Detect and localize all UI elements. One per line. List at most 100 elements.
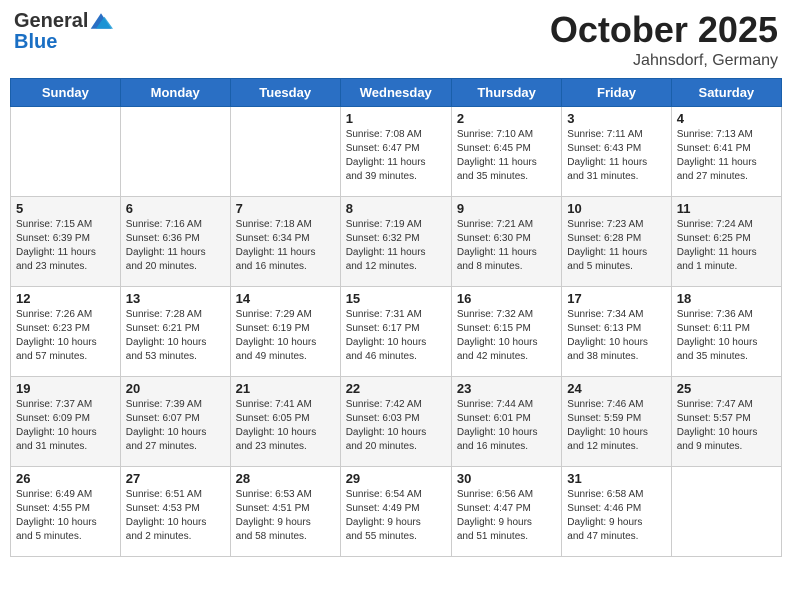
day-info: Sunrise: 7:42 AM Sunset: 6:03 PM Dayligh… [346,398,446,454]
calendar-cell [120,106,230,196]
day-number: 15 [346,291,446,306]
calendar-cell: 31 Sunrise: 6:58 AM Sunset: 4:46 PM Dayli… [562,466,671,556]
day-info: Sunrise: 7:31 AM Sunset: 6:17 PM Dayligh… [346,308,446,364]
calendar-cell: 17 Sunrise: 7:34 AM Sunset: 6:13 PM Dayli… [562,286,671,376]
day-info: Sunrise: 7:46 AM Sunset: 5:59 PM Dayligh… [567,398,665,454]
month-title: October 2025 [550,10,778,50]
calendar-cell: 15 Sunrise: 7:31 AM Sunset: 6:17 PM Dayli… [340,286,451,376]
day-number: 5 [16,201,115,216]
day-info: Sunrise: 7:41 AM Sunset: 6:05 PM Dayligh… [236,398,335,454]
day-number: 4 [677,111,776,126]
calendar-day-header: Monday [120,78,230,106]
day-number: 31 [567,471,665,486]
calendar-day-header: Thursday [451,78,561,106]
calendar-header-row: SundayMondayTuesdayWednesdayThursdayFrid… [11,78,782,106]
day-info: Sunrise: 7:34 AM Sunset: 6:13 PM Dayligh… [567,308,665,364]
calendar-day-header: Saturday [671,78,781,106]
day-number: 25 [677,381,776,396]
calendar-cell: 6 Sunrise: 7:16 AM Sunset: 6:36 PM Daylig… [120,196,230,286]
day-info: Sunrise: 7:18 AM Sunset: 6:34 PM Dayligh… [236,218,335,274]
calendar-cell: 30Sunrise: 6:56 AM Sunset: 4:47 PM Dayli… [451,466,561,556]
day-info: Sunrise: 7:10 AM Sunset: 6:45 PM Dayligh… [457,128,556,184]
day-number: 20 [126,381,225,396]
day-number: 18 [677,291,776,306]
day-info: Sunrise: 6:51 AM Sunset: 4:53 PM Dayligh… [126,488,225,544]
day-number: 30 [457,471,556,486]
day-info: Sunrise: 7:44 AM Sunset: 6:01 PM Dayligh… [457,398,556,454]
day-number: 23 [457,381,556,396]
day-info: Sunrise: 7:28 AM Sunset: 6:21 PM Dayligh… [126,308,225,364]
calendar-cell: 24 Sunrise: 7:46 AM Sunset: 5:59 PM Dayli… [562,376,671,466]
day-info: Sunrise: 7:36 AM Sunset: 6:11 PM Dayligh… [677,308,776,364]
day-info: Sunrise: 6:58 AM Sunset: 4:46 PM Dayligh… [567,488,665,544]
calendar-cell: 13 Sunrise: 7:28 AM Sunset: 6:21 PM Dayli… [120,286,230,376]
day-info: Sunrise: 7:11 AM Sunset: 6:43 PM Dayligh… [567,128,665,184]
day-number: 2 [457,111,556,126]
calendar-day-header: Sunday [11,78,121,106]
calendar-cell: 3Sunrise: 7:11 AM Sunset: 6:43 PM Daylig… [562,106,671,196]
day-info: Sunrise: 7:16 AM Sunset: 6:36 PM Dayligh… [126,218,225,274]
day-info: Sunrise: 7:21 AM Sunset: 6:30 PM Dayligh… [457,218,556,274]
day-info: Sunrise: 7:08 AM Sunset: 6:47 PM Dayligh… [346,128,446,184]
calendar-cell: 14Sunrise: 7:29 AM Sunset: 6:19 PM Dayli… [230,286,340,376]
day-info: Sunrise: 7:47 AM Sunset: 5:57 PM Dayligh… [677,398,776,454]
calendar-cell [671,466,781,556]
day-info: Sunrise: 6:49 AM Sunset: 4:55 PM Dayligh… [16,488,115,544]
day-number: 27 [126,471,225,486]
day-info: Sunrise: 7:19 AM Sunset: 6:32 PM Dayligh… [346,218,446,274]
calendar-cell: 25 Sunrise: 7:47 AM Sunset: 5:57 PM Dayli… [671,376,781,466]
calendar-cell: 5 Sunrise: 7:15 AM Sunset: 6:39 PM Daylig… [11,196,121,286]
calendar-cell: 12Sunrise: 7:26 AM Sunset: 6:23 PM Dayli… [11,286,121,376]
calendar-cell: 22 Sunrise: 7:42 AM Sunset: 6:03 PM Dayli… [340,376,451,466]
calendar-week-row: 5 Sunrise: 7:15 AM Sunset: 6:39 PM Daylig… [11,196,782,286]
day-number: 21 [236,381,335,396]
day-number: 14 [236,291,335,306]
calendar-cell: 27 Sunrise: 6:51 AM Sunset: 4:53 PM Dayli… [120,466,230,556]
day-number: 24 [567,381,665,396]
calendar-week-row: 1 Sunrise: 7:08 AM Sunset: 6:47 PM Daylig… [11,106,782,196]
day-number: 26 [16,471,115,486]
calendar-cell: 21 Sunrise: 7:41 AM Sunset: 6:05 PM Dayli… [230,376,340,466]
calendar-cell: 26 Sunrise: 6:49 AM Sunset: 4:55 PM Dayli… [11,466,121,556]
day-number: 13 [126,291,225,306]
calendar-cell: 23 Sunrise: 7:44 AM Sunset: 6:01 PM Dayli… [451,376,561,466]
calendar-cell: 19 Sunrise: 7:37 AM Sunset: 6:09 PM Dayli… [11,376,121,466]
day-number: 1 [346,111,446,126]
day-number: 7 [236,201,335,216]
calendar-cell: 29Sunrise: 6:54 AM Sunset: 4:49 PM Dayli… [340,466,451,556]
calendar-week-row: 26 Sunrise: 6:49 AM Sunset: 4:55 PM Dayli… [11,466,782,556]
logo-blue: Blue [14,32,113,52]
logo: General Blue [14,10,113,52]
day-number: 17 [567,291,665,306]
calendar-cell [230,106,340,196]
day-info: Sunrise: 6:53 AM Sunset: 4:51 PM Dayligh… [236,488,335,544]
calendar-cell: 4 Sunrise: 7:13 AM Sunset: 6:41 PM Daylig… [671,106,781,196]
calendar-cell: 2 Sunrise: 7:10 AM Sunset: 6:45 PM Daylig… [451,106,561,196]
calendar-cell: 8Sunrise: 7:19 AM Sunset: 6:32 PM Daylig… [340,196,451,286]
calendar-day-header: Friday [562,78,671,106]
day-number: 10 [567,201,665,216]
day-info: Sunrise: 7:23 AM Sunset: 6:28 PM Dayligh… [567,218,665,274]
calendar-table: SundayMondayTuesdayWednesdayThursdayFrid… [10,78,782,557]
calendar-cell: 7 Sunrise: 7:18 AM Sunset: 6:34 PM Daylig… [230,196,340,286]
calendar-day-header: Tuesday [230,78,340,106]
calendar-cell: 1 Sunrise: 7:08 AM Sunset: 6:47 PM Daylig… [340,106,451,196]
calendar-cell: 28Sunrise: 6:53 AM Sunset: 4:51 PM Dayli… [230,466,340,556]
calendar-day-header: Wednesday [340,78,451,106]
title-block: October 2025 Jahnsdorf, Germany [550,10,778,70]
calendar-cell: 16Sunrise: 7:32 AM Sunset: 6:15 PM Dayli… [451,286,561,376]
day-number: 6 [126,201,225,216]
day-info: Sunrise: 7:37 AM Sunset: 6:09 PM Dayligh… [16,398,115,454]
calendar-cell: 10 Sunrise: 7:23 AM Sunset: 6:28 PM Dayli… [562,196,671,286]
page-header: General Blue October 2025 Jahnsdorf, Ger… [10,10,782,70]
calendar-cell: 9Sunrise: 7:21 AM Sunset: 6:30 PM Daylig… [451,196,561,286]
day-number: 22 [346,381,446,396]
day-number: 11 [677,201,776,216]
day-info: Sunrise: 7:39 AM Sunset: 6:07 PM Dayligh… [126,398,225,454]
day-number: 12 [16,291,115,306]
day-number: 19 [16,381,115,396]
calendar-week-row: 19 Sunrise: 7:37 AM Sunset: 6:09 PM Dayli… [11,376,782,466]
day-info: Sunrise: 7:13 AM Sunset: 6:41 PM Dayligh… [677,128,776,184]
day-info: Sunrise: 6:54 AM Sunset: 4:49 PM Dayligh… [346,488,446,544]
day-info: Sunrise: 7:15 AM Sunset: 6:39 PM Dayligh… [16,218,115,274]
